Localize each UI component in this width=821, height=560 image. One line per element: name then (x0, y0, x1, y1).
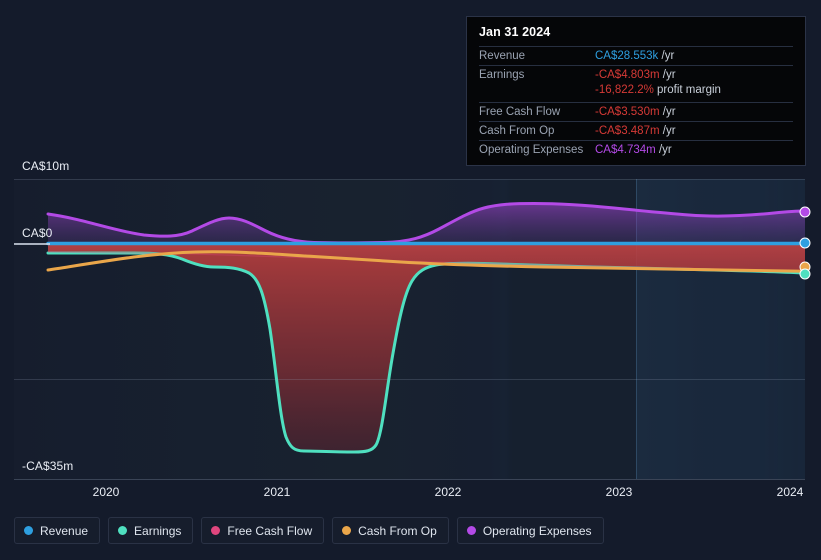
end-marker-earnings[interactable] (799, 268, 811, 280)
financial-chart-widget: CA$10m CA$0 -CA$35m 2020 2021 2022 2023 … (0, 0, 821, 560)
tooltip-label-cash-from-op: Cash From Op (479, 125, 555, 137)
x-axis-label-2022: 2022 (434, 485, 462, 499)
legend-swatch-operating-expenses (466, 526, 476, 535)
tooltip-unit-cash-from-op: /yr (662, 125, 676, 137)
tooltip-unit-profit-margin: profit margin (657, 84, 721, 96)
tooltip-date: Jan 31 2024 (479, 25, 551, 39)
legend-label-cash-from-op: Cash From Op (358, 523, 437, 538)
y-axis-label-zero: CA$0 (22, 226, 53, 240)
legend-swatch-earnings (118, 526, 128, 535)
legend-label-earnings: Earnings (134, 523, 182, 538)
tooltip-label-earnings: Earnings (479, 69, 525, 81)
legend-swatch-free-cash-flow (211, 526, 221, 535)
gridline-middle (14, 379, 805, 380)
tooltip-value-revenue: CA$28.553k (595, 50, 659, 62)
legend-label-operating-expenses: Operating Expenses (482, 523, 592, 538)
gridline-top (14, 179, 805, 180)
zero-baseline (14, 243, 50, 245)
legend-item-free-cash-flow[interactable]: Free Cash Flow (201, 517, 325, 544)
end-marker-revenue[interactable] (799, 237, 811, 249)
tooltip-value-operating-expenses: CA$4.734m (595, 144, 656, 156)
x-axis-label-2020: 2020 (92, 485, 120, 499)
tooltip-value-earnings: -CA$4.803m (595, 69, 660, 81)
legend-label-free-cash-flow: Free Cash Flow (227, 523, 313, 538)
series-area-earnings (46, 243, 805, 454)
legend-swatch-revenue (24, 526, 33, 535)
y-axis-label-min: -CA$35m (22, 459, 74, 473)
plot-area (14, 179, 811, 479)
tooltip-row-earnings: Earnings -CA$4.803m /yr (479, 65, 793, 84)
legend-label-revenue: Revenue (40, 523, 89, 538)
x-axis-label-2024: 2024 (776, 485, 804, 499)
tooltip-row-cash-from-op: Cash From Op -CA$3.487m /yr (479, 121, 793, 140)
tooltip-value-free-cash-flow: -CA$3.530m (595, 106, 660, 118)
gridline-bottom (14, 479, 805, 480)
x-axis-label-2021: 2021 (263, 485, 291, 499)
legend-item-revenue[interactable]: Revenue (14, 517, 101, 544)
tooltip-value-profit-margin: -16,822.2% (595, 84, 654, 96)
tooltip-unit-earnings: /yr (662, 69, 676, 81)
legend-item-earnings[interactable]: Earnings (108, 517, 194, 544)
legend-item-cash-from-op[interactable]: Cash From Op (332, 517, 449, 544)
tooltip-panel: Jan 31 2024 Revenue CA$28.553k /yr Earni… (466, 16, 806, 166)
tooltip-row-profit-margin: -16,822.2% profit margin (479, 84, 793, 102)
tooltip-row-free-cash-flow: Free Cash Flow -CA$3.530m /yr (479, 102, 793, 121)
series-area-operating-expenses (46, 202, 805, 245)
y-axis-label-max: CA$10m (22, 159, 70, 173)
tooltip-label-revenue: Revenue (479, 50, 526, 62)
legend-item-operating-expenses[interactable]: Operating Expenses (456, 517, 604, 544)
tooltip-label-operating-expenses: Operating Expenses (479, 144, 584, 156)
tooltip-label-free-cash-flow: Free Cash Flow (479, 106, 561, 118)
end-marker-operating-expenses[interactable] (799, 206, 811, 218)
tooltip-row-revenue: Revenue CA$28.553k /yr (479, 46, 793, 65)
tooltip-unit-free-cash-flow: /yr (662, 106, 676, 118)
tooltip-value-cash-from-op: -CA$3.487m (595, 125, 660, 137)
legend-swatch-cash-from-op (342, 526, 352, 535)
chart-legend: Revenue Earnings Free Cash Flow Cash Fro… (14, 517, 604, 544)
tooltip-row-operating-expenses: Operating Expenses CA$4.734m /yr (479, 140, 793, 159)
series-svg (46, 202, 805, 454)
tooltip-unit-operating-expenses: /yr (658, 144, 672, 156)
tooltip-unit-revenue: /yr (661, 50, 675, 62)
x-axis-label-2023: 2023 (605, 485, 633, 499)
